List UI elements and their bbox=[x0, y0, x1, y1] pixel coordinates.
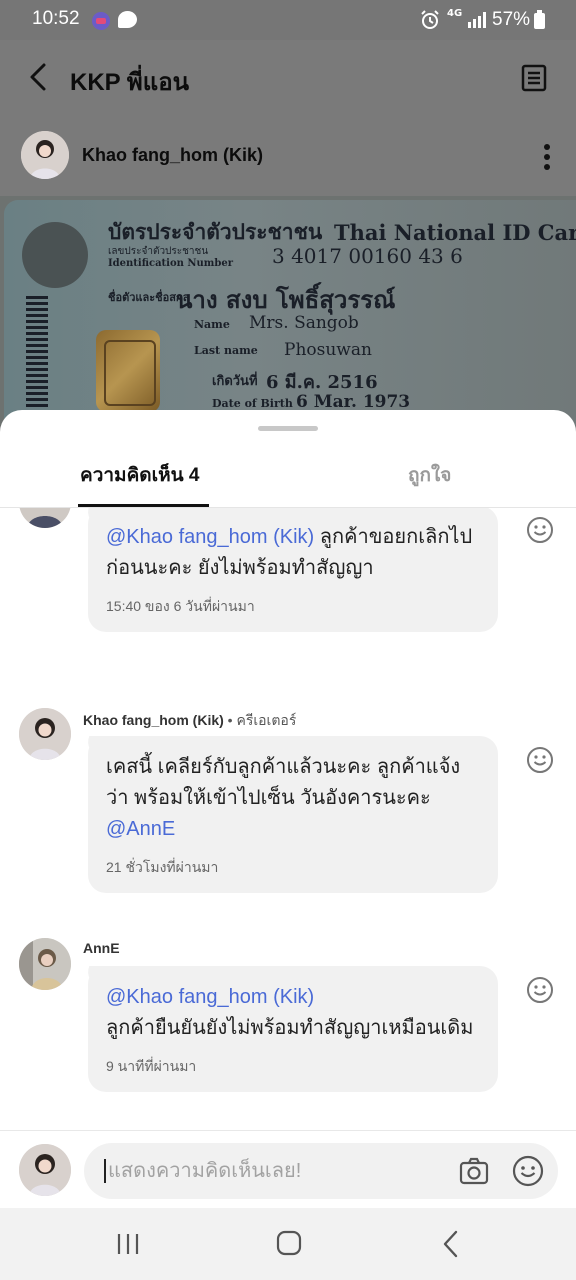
mention-link[interactable]: @Khao fang_hom (Kik) bbox=[106, 986, 314, 1008]
reaction-icon[interactable] bbox=[526, 746, 554, 774]
comment-time: 9 นาทีที่ผ่านมา bbox=[106, 1058, 197, 1074]
app-notification-icon bbox=[92, 12, 110, 30]
avatar[interactable] bbox=[19, 708, 71, 760]
tab-likes[interactable]: ถูกใจ bbox=[408, 460, 451, 490]
comment-meta: Khao fang_hom (Kik) • ครีเอเตอร์ bbox=[83, 710, 296, 732]
home-icon[interactable] bbox=[276, 1230, 302, 1256]
comment-text: เคสนี้ เคลียร์กับลูกค้าแล้วนะคะ ลูกค้าแจ… bbox=[106, 756, 461, 840]
battery-percent: 57% bbox=[492, 9, 531, 30]
comment-input[interactable] bbox=[108, 1155, 438, 1187]
mention-link[interactable]: @AnnE bbox=[106, 818, 175, 840]
comment-text: @Khao fang_hom (Kik) ลูกค้ายืนยันยังไม่พร… bbox=[106, 986, 474, 1039]
system-nav-bar bbox=[0, 1208, 576, 1280]
network-type: 4G bbox=[447, 8, 463, 19]
comment-time: 15:40 ของ 6 วันที่ผ่านมา bbox=[106, 598, 255, 614]
tab-comments[interactable]: ความคิดเห็น 4 bbox=[80, 460, 199, 490]
comment-time: 21 ชั่วโมงที่ผ่านมา bbox=[106, 859, 219, 875]
battery-icon bbox=[534, 10, 545, 29]
avatar[interactable] bbox=[19, 938, 71, 990]
avatar bbox=[19, 1144, 71, 1196]
emblem-icon bbox=[22, 222, 88, 288]
document-icon[interactable] bbox=[520, 64, 548, 92]
sheet-tabs: ความคิดเห็น 4 ถูกใจ bbox=[0, 446, 576, 508]
signal-icon bbox=[468, 12, 486, 28]
comment-input-container[interactable] bbox=[84, 1143, 558, 1199]
id-card: บัตรประจำตัวประชาชน Thai National ID Car… bbox=[4, 200, 576, 426]
last-name-label: Last name bbox=[194, 344, 258, 357]
comment-bubble: เคสนี้ เคลียร์กับลูกค้าแล้วนะคะ ลูกค้าแจ… bbox=[88, 736, 498, 893]
recent-apps-icon[interactable] bbox=[116, 1232, 140, 1256]
more-options-icon[interactable] bbox=[543, 143, 551, 171]
back-arrow-icon[interactable] bbox=[24, 62, 54, 92]
camera-icon[interactable] bbox=[458, 1155, 490, 1187]
comment-list[interactable]: @Khao fang_hom (Kik) ลูกค้าขอยกเลิกไปก่อ… bbox=[0, 508, 576, 1130]
avatar[interactable] bbox=[19, 508, 71, 528]
dob-label-th: เกิดวันที่ bbox=[212, 374, 258, 389]
sheet-drag-handle[interactable] bbox=[258, 426, 318, 431]
chat-notification-icon bbox=[118, 11, 137, 28]
comment-text: @Khao fang_hom (Kik) ลูกค้าขอยกเลิกไปก่อ… bbox=[106, 526, 473, 579]
last-name: Phosuwan bbox=[284, 340, 372, 360]
dob-label-en: Date of Birth bbox=[212, 397, 293, 410]
back-icon[interactable] bbox=[440, 1230, 462, 1258]
post-author-row: Khao fang_hom (Kik) bbox=[0, 116, 576, 196]
reaction-icon[interactable] bbox=[526, 516, 554, 544]
emoji-icon[interactable] bbox=[512, 1155, 544, 1187]
active-tab-indicator bbox=[78, 504, 209, 507]
creator-badge: • ครีเอเตอร์ bbox=[227, 712, 297, 728]
post-header: KKP พี่แอน bbox=[0, 40, 576, 116]
comments-sheet: ความคิดเห็น 4 ถูกใจ @Khao fang_hom (Kik)… bbox=[0, 410, 576, 1280]
text-cursor bbox=[104, 1159, 106, 1183]
mention-link[interactable]: @Khao fang_hom (Kik) bbox=[106, 526, 314, 548]
status-bar: 10:52 4G 57% bbox=[0, 0, 576, 40]
id-number: 3 4017 00160 43 6 bbox=[272, 244, 463, 268]
id-label-th: เลขประจำตัวประชาชน bbox=[108, 246, 209, 257]
id-label-en: Identification Number bbox=[108, 258, 234, 269]
comment-bubble: @Khao fang_hom (Kik) ลูกค้ายืนยันยังไม่พร… bbox=[88, 966, 498, 1092]
barcode bbox=[26, 296, 48, 416]
status-time: 10:52 bbox=[32, 8, 80, 29]
page-title: KKP พี่แอน bbox=[70, 69, 190, 96]
comment-input-bar bbox=[0, 1130, 576, 1208]
alarm-icon bbox=[421, 10, 439, 29]
avatar[interactable] bbox=[21, 131, 69, 179]
card-title-en: Thai National ID Card bbox=[334, 220, 576, 245]
name-en: Mrs. Sangob bbox=[249, 313, 359, 333]
author-name[interactable]: Khao fang_hom (Kik) bbox=[82, 145, 263, 166]
comment-meta: AnnE bbox=[83, 940, 120, 956]
comment-author[interactable]: Khao fang_hom (Kik) bbox=[83, 712, 224, 728]
name-label-en: Name bbox=[194, 318, 230, 331]
comment-bubble: @Khao fang_hom (Kik) ลูกค้าขอยกเลิกไปก่อ… bbox=[88, 508, 498, 632]
comment-author[interactable]: AnnE bbox=[83, 940, 120, 956]
dob-en: 6 Mar. 1973 bbox=[296, 392, 411, 412]
reaction-icon[interactable] bbox=[526, 976, 554, 1004]
card-chip bbox=[96, 330, 160, 412]
post-image[interactable]: บัตรประจำตัวประชาชน Thai National ID Car… bbox=[0, 196, 576, 426]
